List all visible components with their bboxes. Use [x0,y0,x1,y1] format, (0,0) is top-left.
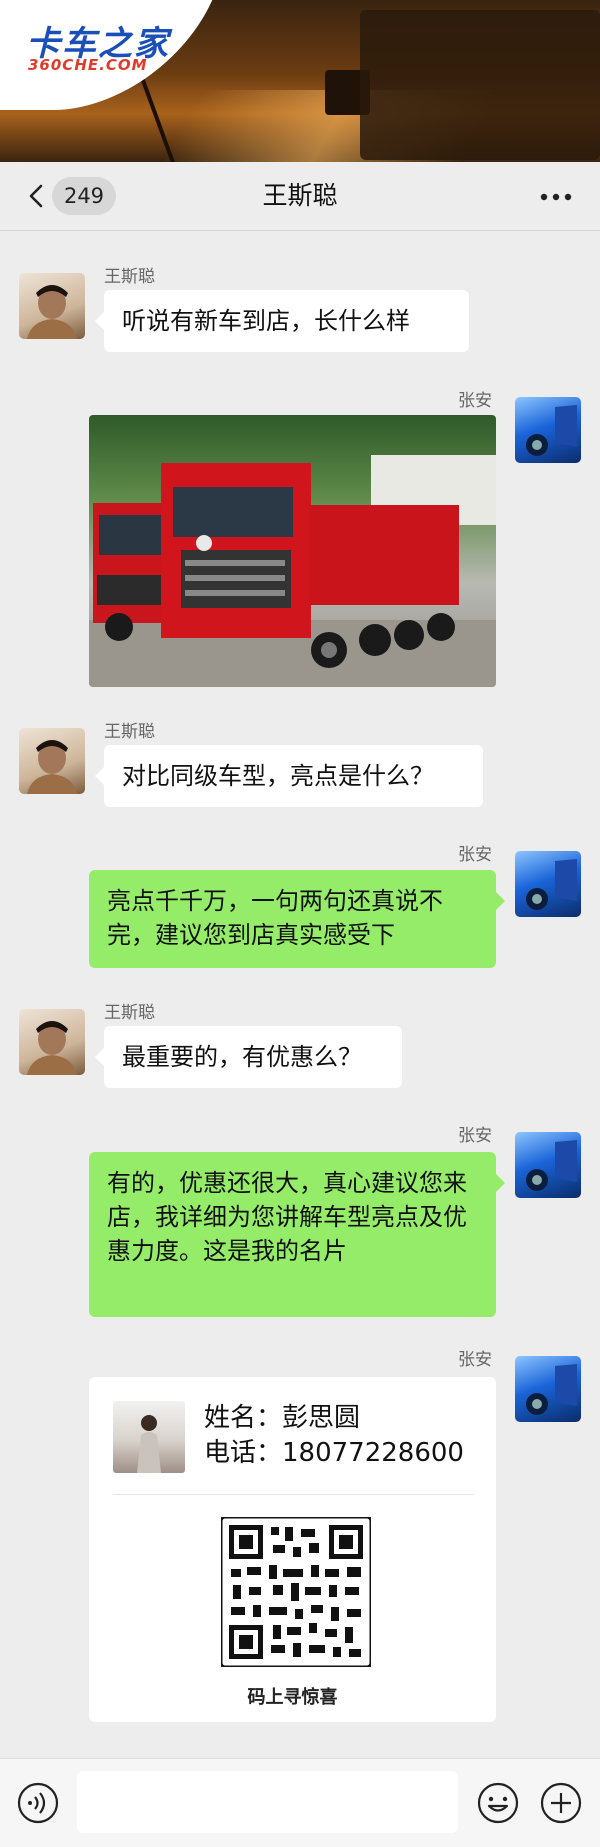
sender-name: 王斯聪 [104,722,155,742]
qr-code-icon[interactable] [221,1517,371,1667]
message-input[interactable] [77,1771,458,1833]
emoji-icon[interactable] [476,1781,520,1825]
back-icon[interactable] [24,182,52,210]
unread-count-badge[interactable]: 249 [52,177,116,215]
message-bubble[interactable]: 最重要的，有优惠么？ [95,1026,402,1088]
input-toolbar [0,1758,600,1847]
card-phone[interactable]: 电话：18077228600 [204,1432,464,1469]
sender-name: 王斯聪 [104,1003,155,1023]
message-bubble[interactable]: 亮点千千万，一句两句还真说不完，建议您到店真实感受下 [89,870,505,968]
sender-name: 张安 [458,1126,492,1146]
sender-name: 张安 [458,391,492,411]
banner-truck [360,10,600,160]
business-card[interactable]: 姓名：彭思圆 电话：18077228600 码上寻惊喜 [89,1377,496,1722]
sender-name: 王斯聪 [104,267,155,287]
chat-titlebar: 王斯聪 249 [0,162,600,231]
plus-icon[interactable] [539,1781,583,1825]
avatar-wangsicong[interactable] [19,728,85,794]
sender-name: 张安 [458,845,492,865]
card-divider [113,1494,474,1495]
avatar-zhangan[interactable] [515,851,581,917]
message-bubble[interactable]: 对比同级车型，亮点是什么？ [95,745,483,807]
qr-caption: 码上寻惊喜 [247,1687,338,1708]
voice-icon[interactable] [16,1781,60,1825]
message-bubble[interactable]: 有的，优惠还很大，真心建议您来店，我详细为您讲解车型亮点及优惠力度。这是我的名片 [89,1152,505,1317]
avatar-zhangan[interactable] [515,1132,581,1198]
card-portrait [113,1401,185,1473]
avatar-wangsicong[interactable] [19,273,85,339]
avatar-zhangan[interactable] [515,1356,581,1422]
more-icon[interactable] [540,192,572,202]
avatar-zhangan[interactable] [515,397,581,463]
sender-name: 张安 [458,1350,492,1370]
site-logo-domain: 360CHE.COM [28,56,148,74]
truck-photo[interactable] [89,415,496,687]
header-banner: 卡车之家 360CHE.COM [0,0,600,162]
avatar-wangsicong[interactable] [19,1009,85,1075]
card-name: 姓名：彭思圆 [204,1403,361,1433]
message-bubble[interactable]: 听说有新车到店，长什么样 [95,290,469,352]
